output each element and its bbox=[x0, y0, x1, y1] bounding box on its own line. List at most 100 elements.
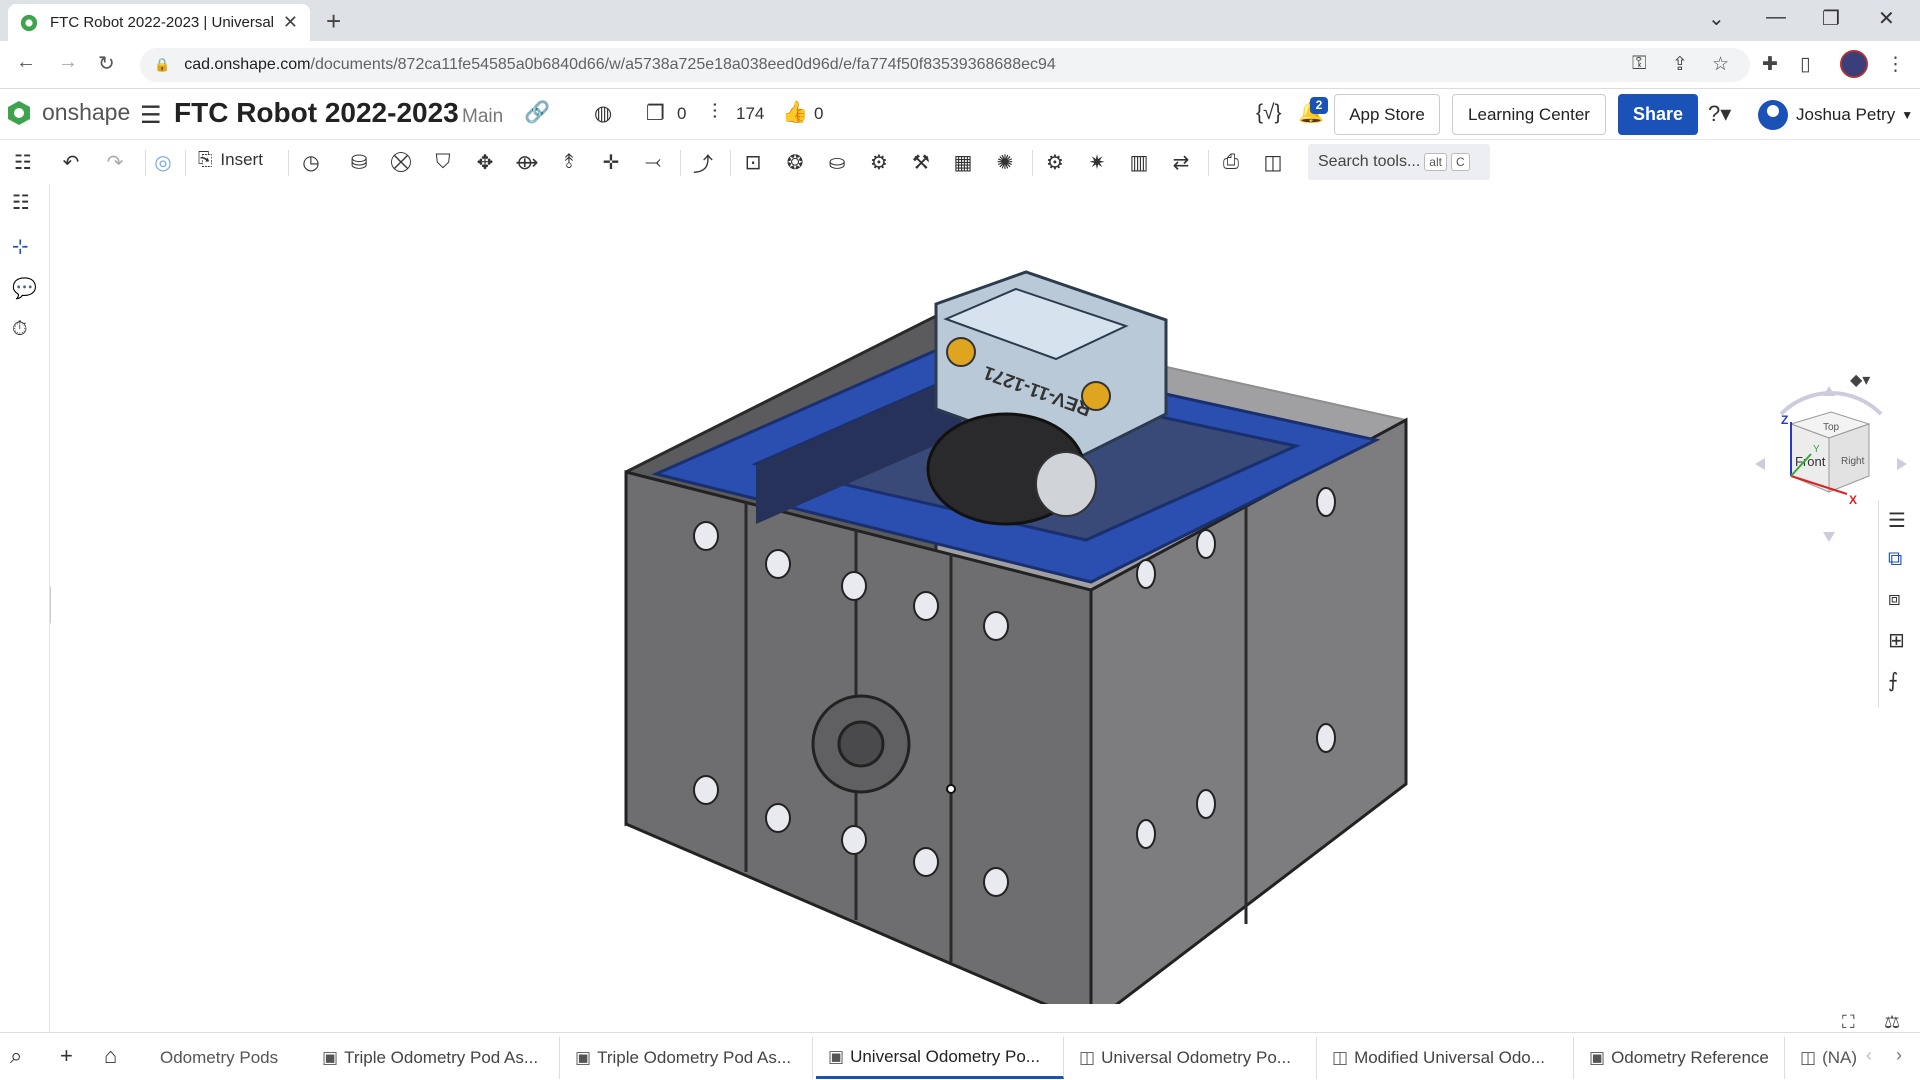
onshape-logo[interactable]: onshape bbox=[6, 99, 130, 126]
side-panel-icon[interactable]: ▯ bbox=[1800, 53, 1810, 76]
close-tab-icon[interactable]: ✕ bbox=[283, 12, 298, 33]
mate-connector-icon[interactable]: ⊡ bbox=[738, 148, 768, 176]
close-window-icon[interactable]: ✕ bbox=[1878, 6, 1895, 31]
user-avatar bbox=[1758, 100, 1788, 130]
user-menu[interactable]: Joshua Petry ▼ bbox=[1758, 100, 1913, 130]
animation-timer-icon[interactable]: ⏱ bbox=[12, 318, 28, 341]
screw-relation-icon[interactable]: ▦ bbox=[948, 148, 978, 176]
render-mode-icon[interactable]: ⛶ bbox=[1842, 1012, 1855, 1033]
view-options-icon[interactable]: ◆▾ bbox=[1850, 370, 1870, 390]
version-graph-icon[interactable]: ⫶ bbox=[712, 101, 717, 125]
group-icon[interactable]: ❂ bbox=[780, 148, 810, 176]
bookmark-star-icon[interactable]: ☆ bbox=[1712, 53, 1729, 76]
odometry-pod-model[interactable]: REV-11-1271 bbox=[606, 244, 1426, 1004]
onshape-logo-icon bbox=[8, 100, 30, 125]
mass-properties-scale-icon[interactable]: ⚖ bbox=[1884, 1012, 1900, 1033]
scroll-tabs-left-icon[interactable]: ‹ bbox=[1866, 1045, 1872, 1066]
browser-tab-bar: FTC Robot 2022-2023 | Universal ✕ + ⌄ — … bbox=[0, 0, 1920, 41]
scroll-tabs-right-icon[interactable]: › bbox=[1896, 1045, 1902, 1066]
graphics-viewport[interactable]: REV-11-1271 Top Front Right Z X Y ◆▾ bbox=[51, 184, 1907, 1032]
rack-pinion-icon[interactable]: ⚒ bbox=[906, 148, 936, 176]
add-element-icon[interactable]: + bbox=[60, 1043, 73, 1069]
tab-modified-universal-odometry[interactable]: ◫ Modified Universal Odo... bbox=[1320, 1037, 1574, 1079]
browser-tab-title: FTC Robot 2022-2023 | Universal bbox=[50, 14, 275, 31]
link-icon[interactable]: 🔗 bbox=[524, 101, 550, 125]
branch-name[interactable]: Main bbox=[462, 106, 503, 128]
mass-properties-icon[interactable]: ⇄ bbox=[1166, 148, 1196, 176]
help-icon[interactable]: ?▾ bbox=[1708, 101, 1731, 127]
undo-icon[interactable]: ↶ bbox=[56, 148, 86, 176]
fastened-mate-icon[interactable]: ⛒ bbox=[386, 148, 416, 176]
public-globe-icon[interactable]: ◍ bbox=[594, 101, 612, 126]
copies-icon[interactable]: ❐ bbox=[646, 101, 665, 126]
tab-universal-odometry-pod-2[interactable]: ◫ Universal Odometry Po... bbox=[1067, 1037, 1317, 1079]
parallel-mate-icon[interactable]: ⤙ bbox=[638, 148, 668, 176]
planar-mate-icon[interactable]: ✛ bbox=[596, 148, 626, 176]
pin-slot-mate-icon[interactable]: ⥉ bbox=[554, 148, 584, 176]
tab-search-icon[interactable]: ⌕ bbox=[10, 1043, 22, 1069]
share-button[interactable]: Share bbox=[1618, 94, 1698, 135]
search-tools-input[interactable]: Search tools... alt C bbox=[1308, 144, 1490, 180]
shortcut-key-c: C bbox=[1450, 153, 1470, 171]
appearance-panel-icon[interactable]: ⧉ bbox=[1888, 548, 1902, 571]
home-icon[interactable]: ⌂ bbox=[104, 1043, 117, 1069]
bom-icon[interactable]: ⎙ bbox=[1216, 148, 1246, 176]
relation-icon[interactable]: ⛀ bbox=[822, 148, 852, 176]
reload-icon[interactable]: ↻ bbox=[98, 51, 115, 76]
linear-relation-icon[interactable]: ✺ bbox=[990, 148, 1020, 176]
like-thumb-icon[interactable]: 👍 bbox=[782, 101, 808, 125]
variables-icon[interactable]: {√} bbox=[1256, 101, 1282, 125]
tangent-mate-icon[interactable]: ⤴ bbox=[688, 148, 718, 176]
browser-menu-icon[interactable]: ⋮ bbox=[1886, 53, 1905, 76]
feature-list-icon[interactable]: ☷ bbox=[8, 148, 38, 176]
camera-panel-icon[interactable]: ⊞ bbox=[1888, 628, 1905, 653]
section-view-icon[interactable]: ✷ bbox=[1082, 148, 1112, 176]
forward-icon[interactable]: → bbox=[58, 51, 78, 74]
minimize-icon[interactable]: — bbox=[1766, 6, 1786, 29]
key-icon[interactable]: ⚿ bbox=[1632, 53, 1646, 75]
revolute-mate-icon[interactable]: ⛉ bbox=[428, 148, 458, 176]
properties-panel-icon[interactable]: ☰ bbox=[1888, 508, 1906, 533]
measure-icon[interactable]: ▥ bbox=[1124, 148, 1154, 176]
browser-tab[interactable]: FTC Robot 2022-2023 | Universal ✕ bbox=[8, 4, 310, 41]
url-field[interactable]: 🔒 cad.onshape.com/documents/872ca11fe545… bbox=[140, 48, 1750, 82]
tab-triple-odometry-pod-2[interactable]: ▣ Triple Odometry Pod As... bbox=[563, 1037, 813, 1079]
tab-universal-odometry-pod-active[interactable]: ▣ Universal Odometry Po... bbox=[816, 1037, 1064, 1079]
replicate-icon[interactable]: ◷ bbox=[296, 148, 326, 176]
tab-folder-odometry-pods[interactable]: Odometry Pods bbox=[148, 1037, 298, 1079]
document-menu-icon[interactable]: ☰ bbox=[140, 101, 162, 130]
document-title[interactable]: FTC Robot 2022-2023 bbox=[174, 97, 459, 129]
tab-label: Universal Odometry Po... bbox=[1101, 1048, 1291, 1067]
feature-toolbar: ☷ ↶ ↷ ◎ ⎘ Insert ◷ ⛁ ⛒ ⛉ ✥ ⟴ ⥉ ✛ ⤙ ⤴ ⊡ ❂… bbox=[0, 140, 1920, 184]
comments-icon[interactable]: 💬 bbox=[12, 276, 37, 301]
gear-relation-icon[interactable]: ⚙ bbox=[864, 148, 894, 176]
share-page-icon[interactable]: ⇪ bbox=[1672, 53, 1688, 76]
learning-center-button[interactable]: Learning Center bbox=[1452, 94, 1606, 135]
configurations-panel-icon[interactable]: ⧈ bbox=[1888, 588, 1901, 611]
add-mate-feature-icon[interactable]: ⊹ bbox=[12, 234, 29, 259]
browser-profile-avatar[interactable] bbox=[1840, 50, 1868, 78]
tab-triple-odometry-pod-1[interactable]: ▣ Triple Odometry Pod As... bbox=[310, 1037, 560, 1079]
linear-pattern-icon[interactable]: ⛁ bbox=[344, 148, 374, 176]
tab-na[interactable]: ◫ (NA) bbox=[1788, 1037, 1868, 1079]
shortcut-key-alt: alt bbox=[1424, 153, 1447, 171]
back-icon[interactable]: ← bbox=[16, 51, 36, 74]
logo-text: onshape bbox=[42, 99, 131, 125]
variables-panel-icon[interactable]: ⨍ bbox=[1888, 668, 1898, 693]
explode-view-icon[interactable]: ⚙ bbox=[1040, 148, 1070, 176]
regenerate-icon[interactable]: ◎ bbox=[148, 148, 178, 176]
slider-mate-icon[interactable]: ✥ bbox=[470, 148, 500, 176]
extensions-icon[interactable]: ✚ bbox=[1762, 53, 1778, 76]
instance-list-icon[interactable]: ☷ bbox=[12, 190, 30, 215]
new-tab-icon[interactable]: + bbox=[326, 6, 341, 37]
insert-button[interactable]: ⎘ Insert bbox=[198, 149, 263, 170]
cylindrical-mate-icon[interactable]: ⟴ bbox=[512, 148, 542, 176]
redo-icon[interactable]: ↷ bbox=[100, 148, 130, 176]
restore-icon[interactable]: ❐ bbox=[1822, 6, 1840, 31]
app-store-button[interactable]: App Store bbox=[1334, 94, 1440, 135]
tab-label: Odometry Pods bbox=[160, 1048, 279, 1067]
tab-odometry-reference[interactable]: ▣ Odometry Reference bbox=[1577, 1037, 1785, 1079]
tab-search-icon[interactable]: ⌄ bbox=[1708, 6, 1725, 31]
display-states-icon[interactable]: ◫ bbox=[1258, 148, 1288, 176]
left-rail: ☷ ⊹ 💬 ⏱ bbox=[0, 184, 50, 1032]
